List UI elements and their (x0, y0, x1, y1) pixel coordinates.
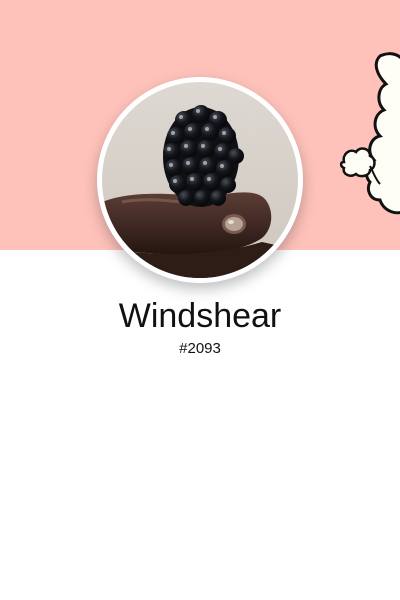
avatar[interactable] (97, 77, 303, 283)
profile-name: Windshear (118, 297, 282, 335)
profile-page: Windshear #2093 (0, 0, 400, 600)
profile-id: #2093 (179, 340, 221, 357)
frog-with-blackberry-image (102, 82, 298, 278)
cloud-mascot-icon (340, 50, 400, 220)
